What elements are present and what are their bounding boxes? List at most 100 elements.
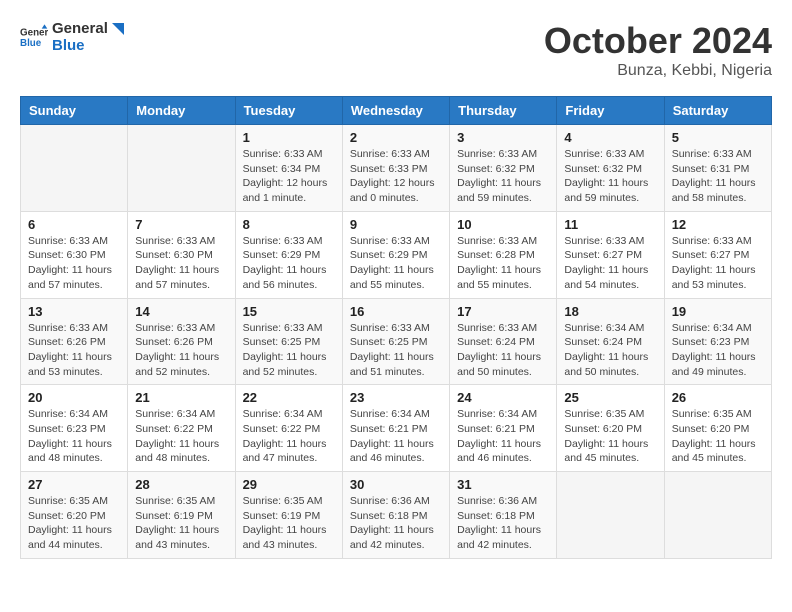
weekday-saturday: Saturday — [664, 97, 771, 125]
calendar-cell: 1 Sunrise: 6:33 AMSunset: 6:34 PMDaylight… — [235, 125, 342, 212]
calendar-cell: 5 Sunrise: 6:33 AMSunset: 6:31 PMDaylight… — [664, 125, 771, 212]
logo: General Blue General Blue — [20, 20, 126, 55]
day-info: Sunrise: 6:34 AMSunset: 6:23 PMDaylight:… — [28, 407, 120, 466]
calendar-cell: 7 Sunrise: 6:33 AMSunset: 6:30 PMDaylight… — [128, 211, 235, 298]
day-info: Sunrise: 6:33 AMSunset: 6:29 PMDaylight:… — [243, 234, 335, 293]
day-number: 7 — [135, 217, 227, 232]
day-info: Sunrise: 6:33 AMSunset: 6:27 PMDaylight:… — [564, 234, 656, 293]
calendar-cell: 14Sunrise: 6:33 AMSunset: 6:26 PMDayligh… — [128, 298, 235, 385]
calendar-cell: 20 Sunrise: 6:34 AMSunset: 6:23 PMDayligh… — [21, 385, 128, 472]
day-info: Sunrise: 6:34 AMSunset: 6:21 PMDaylight:… — [457, 407, 549, 466]
calendar-table: SundayMondayTuesdayWednesdayThursdayFrid… — [20, 96, 772, 559]
logo-general: General — [52, 20, 108, 37]
calendar-cell: 4Sunrise: 6:33 AMSunset: 6:32 PMDaylight… — [557, 125, 664, 212]
day-number: 25 — [564, 390, 656, 405]
logo-arrow-icon — [104, 21, 126, 43]
calendar-cell: 10 Sunrise: 6:33 AMSunset: 6:28 PMDayligh… — [450, 211, 557, 298]
calendar-cell — [664, 472, 771, 559]
calendar-cell — [557, 472, 664, 559]
day-info: Sunrise: 6:35 AMSunset: 6:20 PMDaylight:… — [564, 407, 656, 466]
calendar-cell: 13 Sunrise: 6:33 AMSunset: 6:26 PMDayligh… — [21, 298, 128, 385]
weekday-monday: Monday — [128, 97, 235, 125]
day-number: 27 — [28, 477, 120, 492]
day-number: 31 — [457, 477, 549, 492]
calendar-week-2: 6 Sunrise: 6:33 AMSunset: 6:30 PMDaylight… — [21, 211, 772, 298]
day-number: 30 — [350, 477, 442, 492]
day-number: 10 — [457, 217, 549, 232]
weekday-thursday: Thursday — [450, 97, 557, 125]
day-info: Sunrise: 6:33 AMSunset: 6:33 PMDaylight:… — [350, 147, 442, 206]
day-info: Sunrise: 6:33 AMSunset: 6:30 PMDaylight:… — [135, 234, 227, 293]
day-number: 8 — [243, 217, 335, 232]
day-number: 23 — [350, 390, 442, 405]
calendar-cell: 6Sunrise: 6:33 AMSunset: 6:30 PMDaylight… — [21, 211, 128, 298]
day-info: Sunrise: 6:34 AMSunset: 6:21 PMDaylight:… — [350, 407, 442, 466]
calendar-cell: 27 Sunrise: 6:35 AMSunset: 6:20 PMDayligh… — [21, 472, 128, 559]
day-info: Sunrise: 6:34 AMSunset: 6:22 PMDaylight:… — [243, 407, 335, 466]
day-number: 5 — [672, 130, 764, 145]
day-number: 2 — [350, 130, 442, 145]
day-info: Sunrise: 6:33 AMSunset: 6:26 PMDaylight:… — [28, 321, 120, 380]
day-number: 28 — [135, 477, 227, 492]
weekday-tuesday: Tuesday — [235, 97, 342, 125]
title-block: October 2024 Bunza, Kebbi, Nigeria — [544, 20, 772, 80]
calendar-cell: 3Sunrise: 6:33 AMSunset: 6:32 PMDaylight… — [450, 125, 557, 212]
svg-text:General: General — [20, 28, 48, 39]
calendar-cell: 2 Sunrise: 6:33 AMSunset: 6:33 PMDaylight… — [342, 125, 449, 212]
day-number: 15 — [243, 304, 335, 319]
day-info: Sunrise: 6:33 AMSunset: 6:25 PMDaylight:… — [350, 321, 442, 380]
day-number: 21 — [135, 390, 227, 405]
weekday-sunday: Sunday — [21, 97, 128, 125]
day-number: 19 — [672, 304, 764, 319]
location: Bunza, Kebbi, Nigeria — [544, 62, 772, 80]
logo-blue: Blue — [52, 37, 108, 54]
day-number: 6 — [28, 217, 120, 232]
svg-text:Blue: Blue — [20, 38, 42, 49]
weekday-friday: Friday — [557, 97, 664, 125]
calendar-week-5: 27 Sunrise: 6:35 AMSunset: 6:20 PMDayligh… — [21, 472, 772, 559]
weekday-header-row: SundayMondayTuesdayWednesdayThursdayFrid… — [21, 97, 772, 125]
day-info: Sunrise: 6:35 AMSunset: 6:20 PMDaylight:… — [672, 407, 764, 466]
day-number: 4 — [564, 130, 656, 145]
day-info: Sunrise: 6:33 AMSunset: 6:34 PMDaylight:… — [243, 147, 335, 206]
day-number: 3 — [457, 130, 549, 145]
calendar-cell: 29Sunrise: 6:35 AMSunset: 6:19 PMDayligh… — [235, 472, 342, 559]
day-number: 11 — [564, 217, 656, 232]
day-number: 16 — [350, 304, 442, 319]
day-info: Sunrise: 6:36 AMSunset: 6:18 PMDaylight:… — [457, 494, 549, 553]
calendar-header: SundayMondayTuesdayWednesdayThursdayFrid… — [21, 97, 772, 125]
calendar-cell: 8 Sunrise: 6:33 AMSunset: 6:29 PMDaylight… — [235, 211, 342, 298]
day-number: 12 — [672, 217, 764, 232]
calendar-cell: 31 Sunrise: 6:36 AMSunset: 6:18 PMDayligh… — [450, 472, 557, 559]
calendar-cell: 30Sunrise: 6:36 AMSunset: 6:18 PMDayligh… — [342, 472, 449, 559]
day-info: Sunrise: 6:33 AMSunset: 6:28 PMDaylight:… — [457, 234, 549, 293]
calendar-cell: 12Sunrise: 6:33 AMSunset: 6:27 PMDayligh… — [664, 211, 771, 298]
day-info: Sunrise: 6:33 AMSunset: 6:25 PMDaylight:… — [243, 321, 335, 380]
day-info: Sunrise: 6:33 AMSunset: 6:24 PMDaylight:… — [457, 321, 549, 380]
day-number: 1 — [243, 130, 335, 145]
calendar-week-3: 13 Sunrise: 6:33 AMSunset: 6:26 PMDayligh… — [21, 298, 772, 385]
day-number: 20 — [28, 390, 120, 405]
day-info: Sunrise: 6:34 AMSunset: 6:24 PMDaylight:… — [564, 321, 656, 380]
calendar-cell: 18Sunrise: 6:34 AMSunset: 6:24 PMDayligh… — [557, 298, 664, 385]
calendar-week-1: 1 Sunrise: 6:33 AMSunset: 6:34 PMDaylight… — [21, 125, 772, 212]
calendar-body: 1 Sunrise: 6:33 AMSunset: 6:34 PMDaylight… — [21, 125, 772, 559]
calendar-week-4: 20 Sunrise: 6:34 AMSunset: 6:23 PMDayligh… — [21, 385, 772, 472]
calendar-cell: 25 Sunrise: 6:35 AMSunset: 6:20 PMDayligh… — [557, 385, 664, 472]
day-number: 17 — [457, 304, 549, 319]
day-info: Sunrise: 6:33 AMSunset: 6:26 PMDaylight:… — [135, 321, 227, 380]
calendar-cell: 28 Sunrise: 6:35 AMSunset: 6:19 PMDayligh… — [128, 472, 235, 559]
calendar-cell: 21Sunrise: 6:34 AMSunset: 6:22 PMDayligh… — [128, 385, 235, 472]
page-header: General Blue General Blue October 2024 B… — [20, 20, 772, 80]
day-number: 13 — [28, 304, 120, 319]
day-info: Sunrise: 6:35 AMSunset: 6:19 PMDaylight:… — [135, 494, 227, 553]
day-number: 24 — [457, 390, 549, 405]
logo-icon: General Blue — [20, 23, 48, 51]
calendar-cell: 15 Sunrise: 6:33 AMSunset: 6:25 PMDayligh… — [235, 298, 342, 385]
calendar-cell: 9Sunrise: 6:33 AMSunset: 6:29 PMDaylight… — [342, 211, 449, 298]
day-info: Sunrise: 6:33 AMSunset: 6:31 PMDaylight:… — [672, 147, 764, 206]
day-info: Sunrise: 6:35 AMSunset: 6:20 PMDaylight:… — [28, 494, 120, 553]
day-number: 26 — [672, 390, 764, 405]
day-info: Sunrise: 6:34 AMSunset: 6:23 PMDaylight:… — [672, 321, 764, 380]
day-info: Sunrise: 6:33 AMSunset: 6:29 PMDaylight:… — [350, 234, 442, 293]
